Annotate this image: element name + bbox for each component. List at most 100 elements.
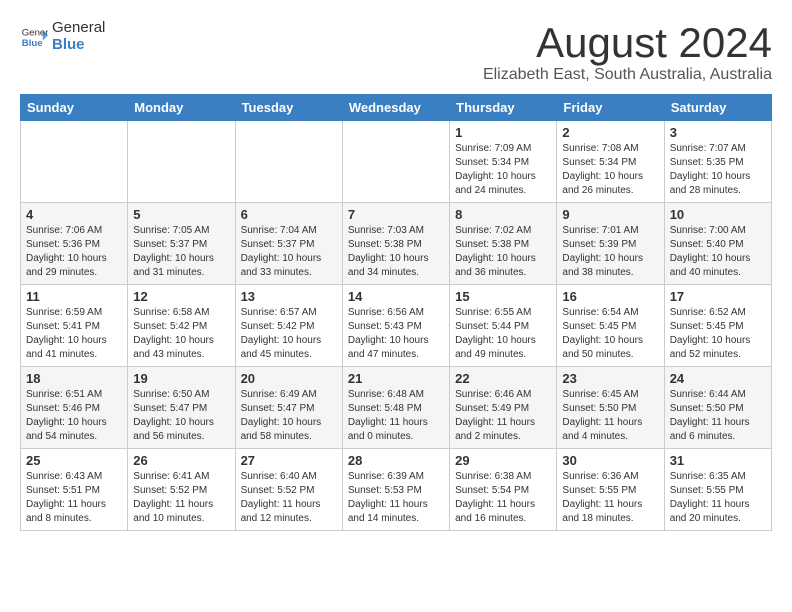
day-info: Sunrise: 7:02 AM Sunset: 5:38 PM Dayligh… (455, 224, 551, 280)
day-number: 2 (562, 125, 658, 140)
day-number: 10 (670, 207, 766, 222)
day-cell: 5 Sunrise: 7:05 AM Sunset: 5:37 PM Daylig… (128, 203, 235, 285)
weekday-header-saturday: Saturday (664, 95, 771, 121)
day-info: Sunrise: 6:55 AM Sunset: 5:44 PM Dayligh… (455, 306, 551, 362)
day-cell (235, 121, 342, 203)
svg-text:Blue: Blue (22, 37, 43, 48)
day-cell: 13 Sunrise: 6:57 AM Sunset: 5:42 PM Dayli… (235, 285, 342, 367)
week-row-4: 18 Sunrise: 6:51 AM Sunset: 5:46 PM Dayli… (21, 367, 772, 449)
day-info: Sunrise: 7:01 AM Sunset: 5:39 PM Dayligh… (562, 224, 658, 280)
week-row-5: 25 Sunrise: 6:43 AM Sunset: 5:51 PM Dayli… (21, 449, 772, 531)
day-info: Sunrise: 6:50 AM Sunset: 5:47 PM Dayligh… (133, 388, 229, 444)
day-info: Sunrise: 6:44 AM Sunset: 5:50 PM Dayligh… (670, 388, 766, 444)
day-info: Sunrise: 7:00 AM Sunset: 5:40 PM Dayligh… (670, 224, 766, 280)
day-info: Sunrise: 6:39 AM Sunset: 5:53 PM Dayligh… (348, 470, 444, 526)
day-cell: 17 Sunrise: 6:52 AM Sunset: 5:45 PM Dayli… (664, 285, 771, 367)
day-number: 20 (241, 371, 337, 386)
day-cell: 8 Sunrise: 7:02 AM Sunset: 5:38 PM Daylig… (450, 203, 557, 285)
day-cell: 22Sunrise: 6:46 AM Sunset: 5:49 PM Dayli… (450, 367, 557, 449)
day-cell: 6Sunrise: 7:04 AM Sunset: 5:37 PM Daylig… (235, 203, 342, 285)
day-number: 5 (133, 207, 229, 222)
day-cell: 7 Sunrise: 7:03 AM Sunset: 5:38 PM Daylig… (342, 203, 449, 285)
day-number: 14 (348, 289, 444, 304)
day-info: Sunrise: 6:46 AM Sunset: 5:49 PM Dayligh… (455, 388, 551, 444)
weekday-header-row: SundayMondayTuesdayWednesdayThursdayFrid… (21, 95, 772, 121)
day-info: Sunrise: 6:45 AM Sunset: 5:50 PM Dayligh… (562, 388, 658, 444)
day-number: 21 (348, 371, 444, 386)
day-cell: 4Sunrise: 7:06 AM Sunset: 5:36 PM Daylig… (21, 203, 128, 285)
logo-blue-text: Blue (52, 37, 105, 54)
day-info: Sunrise: 7:07 AM Sunset: 5:35 PM Dayligh… (670, 142, 766, 198)
day-number: 8 (455, 207, 551, 222)
weekday-header-sunday: Sunday (21, 95, 128, 121)
day-cell: 19 Sunrise: 6:50 AM Sunset: 5:47 PM Dayli… (128, 367, 235, 449)
weekday-header-monday: Monday (128, 95, 235, 121)
day-info: Sunrise: 6:52 AM Sunset: 5:45 PM Dayligh… (670, 306, 766, 362)
day-cell: 12Sunrise: 6:58 AM Sunset: 5:42 PM Dayli… (128, 285, 235, 367)
week-row-2: 4Sunrise: 7:06 AM Sunset: 5:36 PM Daylig… (21, 203, 772, 285)
month-title: August 2024 (483, 20, 772, 66)
day-number: 3 (670, 125, 766, 140)
day-info: Sunrise: 6:36 AM Sunset: 5:55 PM Dayligh… (562, 470, 658, 526)
day-number: 30 (562, 453, 658, 468)
day-cell: 10 Sunrise: 7:00 AM Sunset: 5:40 PM Dayli… (664, 203, 771, 285)
day-number: 1 (455, 125, 551, 140)
day-info: Sunrise: 7:04 AM Sunset: 5:37 PM Dayligh… (241, 224, 337, 280)
logo-icon: General Blue (20, 23, 48, 51)
title-section: August 2024 Elizabeth East, South Austra… (483, 20, 772, 84)
day-number: 18 (26, 371, 122, 386)
day-info: Sunrise: 6:57 AM Sunset: 5:42 PM Dayligh… (241, 306, 337, 362)
day-number: 7 (348, 207, 444, 222)
day-number: 9 (562, 207, 658, 222)
day-info: Sunrise: 6:51 AM Sunset: 5:46 PM Dayligh… (26, 388, 122, 444)
day-number: 28 (348, 453, 444, 468)
day-cell: 31 Sunrise: 6:35 AM Sunset: 5:55 PM Dayli… (664, 449, 771, 531)
day-number: 26 (133, 453, 229, 468)
day-cell: 27 Sunrise: 6:40 AM Sunset: 5:52 PM Dayli… (235, 449, 342, 531)
day-cell: 29 Sunrise: 6:38 AM Sunset: 5:54 PM Dayli… (450, 449, 557, 531)
day-cell: 20Sunrise: 6:49 AM Sunset: 5:47 PM Dayli… (235, 367, 342, 449)
day-cell: 21 Sunrise: 6:48 AM Sunset: 5:48 PM Dayli… (342, 367, 449, 449)
day-info: Sunrise: 7:08 AM Sunset: 5:34 PM Dayligh… (562, 142, 658, 198)
day-cell: 30 Sunrise: 6:36 AM Sunset: 5:55 PM Dayli… (557, 449, 664, 531)
day-number: 27 (241, 453, 337, 468)
day-info: Sunrise: 7:06 AM Sunset: 5:36 PM Dayligh… (26, 224, 122, 280)
day-cell: 2 Sunrise: 7:08 AM Sunset: 5:34 PM Daylig… (557, 121, 664, 203)
day-info: Sunrise: 6:48 AM Sunset: 5:48 PM Dayligh… (348, 388, 444, 444)
day-info: Sunrise: 6:40 AM Sunset: 5:52 PM Dayligh… (241, 470, 337, 526)
day-info: Sunrise: 6:38 AM Sunset: 5:54 PM Dayligh… (455, 470, 551, 526)
day-cell: 26 Sunrise: 6:41 AM Sunset: 5:52 PM Dayli… (128, 449, 235, 531)
day-number: 13 (241, 289, 337, 304)
day-info: Sunrise: 6:35 AM Sunset: 5:55 PM Dayligh… (670, 470, 766, 526)
day-info: Sunrise: 7:03 AM Sunset: 5:38 PM Dayligh… (348, 224, 444, 280)
day-cell (342, 121, 449, 203)
day-info: Sunrise: 6:59 AM Sunset: 5:41 PM Dayligh… (26, 306, 122, 362)
day-cell: 24Sunrise: 6:44 AM Sunset: 5:50 PM Dayli… (664, 367, 771, 449)
weekday-header-friday: Friday (557, 95, 664, 121)
day-number: 25 (26, 453, 122, 468)
day-cell (128, 121, 235, 203)
day-info: Sunrise: 7:05 AM Sunset: 5:37 PM Dayligh… (133, 224, 229, 280)
day-number: 31 (670, 453, 766, 468)
day-info: Sunrise: 6:56 AM Sunset: 5:43 PM Dayligh… (348, 306, 444, 362)
day-number: 17 (670, 289, 766, 304)
logo: General Blue General Blue (20, 20, 105, 53)
calendar-table: SundayMondayTuesdayWednesdayThursdayFrid… (20, 94, 772, 531)
day-number: 12 (133, 289, 229, 304)
day-info: Sunrise: 7:09 AM Sunset: 5:34 PM Dayligh… (455, 142, 551, 198)
day-cell: 18 Sunrise: 6:51 AM Sunset: 5:46 PM Dayli… (21, 367, 128, 449)
day-info: Sunrise: 6:41 AM Sunset: 5:52 PM Dayligh… (133, 470, 229, 526)
day-number: 11 (26, 289, 122, 304)
day-info: Sunrise: 6:43 AM Sunset: 5:51 PM Dayligh… (26, 470, 122, 526)
week-row-1: 1 Sunrise: 7:09 AM Sunset: 5:34 PM Daylig… (21, 121, 772, 203)
day-number: 29 (455, 453, 551, 468)
day-info: Sunrise: 6:54 AM Sunset: 5:45 PM Dayligh… (562, 306, 658, 362)
day-number: 23 (562, 371, 658, 386)
day-cell: 1 Sunrise: 7:09 AM Sunset: 5:34 PM Daylig… (450, 121, 557, 203)
day-cell: 23 Sunrise: 6:45 AM Sunset: 5:50 PM Dayli… (557, 367, 664, 449)
day-number: 16 (562, 289, 658, 304)
day-cell: 25 Sunrise: 6:43 AM Sunset: 5:51 PM Dayli… (21, 449, 128, 531)
day-cell: 28 Sunrise: 6:39 AM Sunset: 5:53 PM Dayli… (342, 449, 449, 531)
day-number: 19 (133, 371, 229, 386)
header: General Blue General Blue August 2024 El… (20, 20, 772, 84)
